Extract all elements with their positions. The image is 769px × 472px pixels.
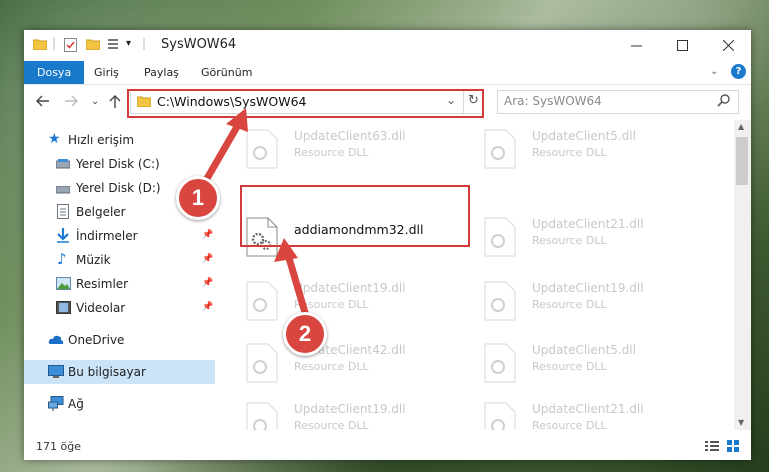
arrow-to-file — [274, 238, 310, 320]
step-badge-2: 2 — [283, 312, 327, 356]
annotation-arrows — [201, 108, 310, 320]
step-badge-1: 1 — [176, 176, 220, 220]
arrow-to-address — [201, 108, 248, 186]
